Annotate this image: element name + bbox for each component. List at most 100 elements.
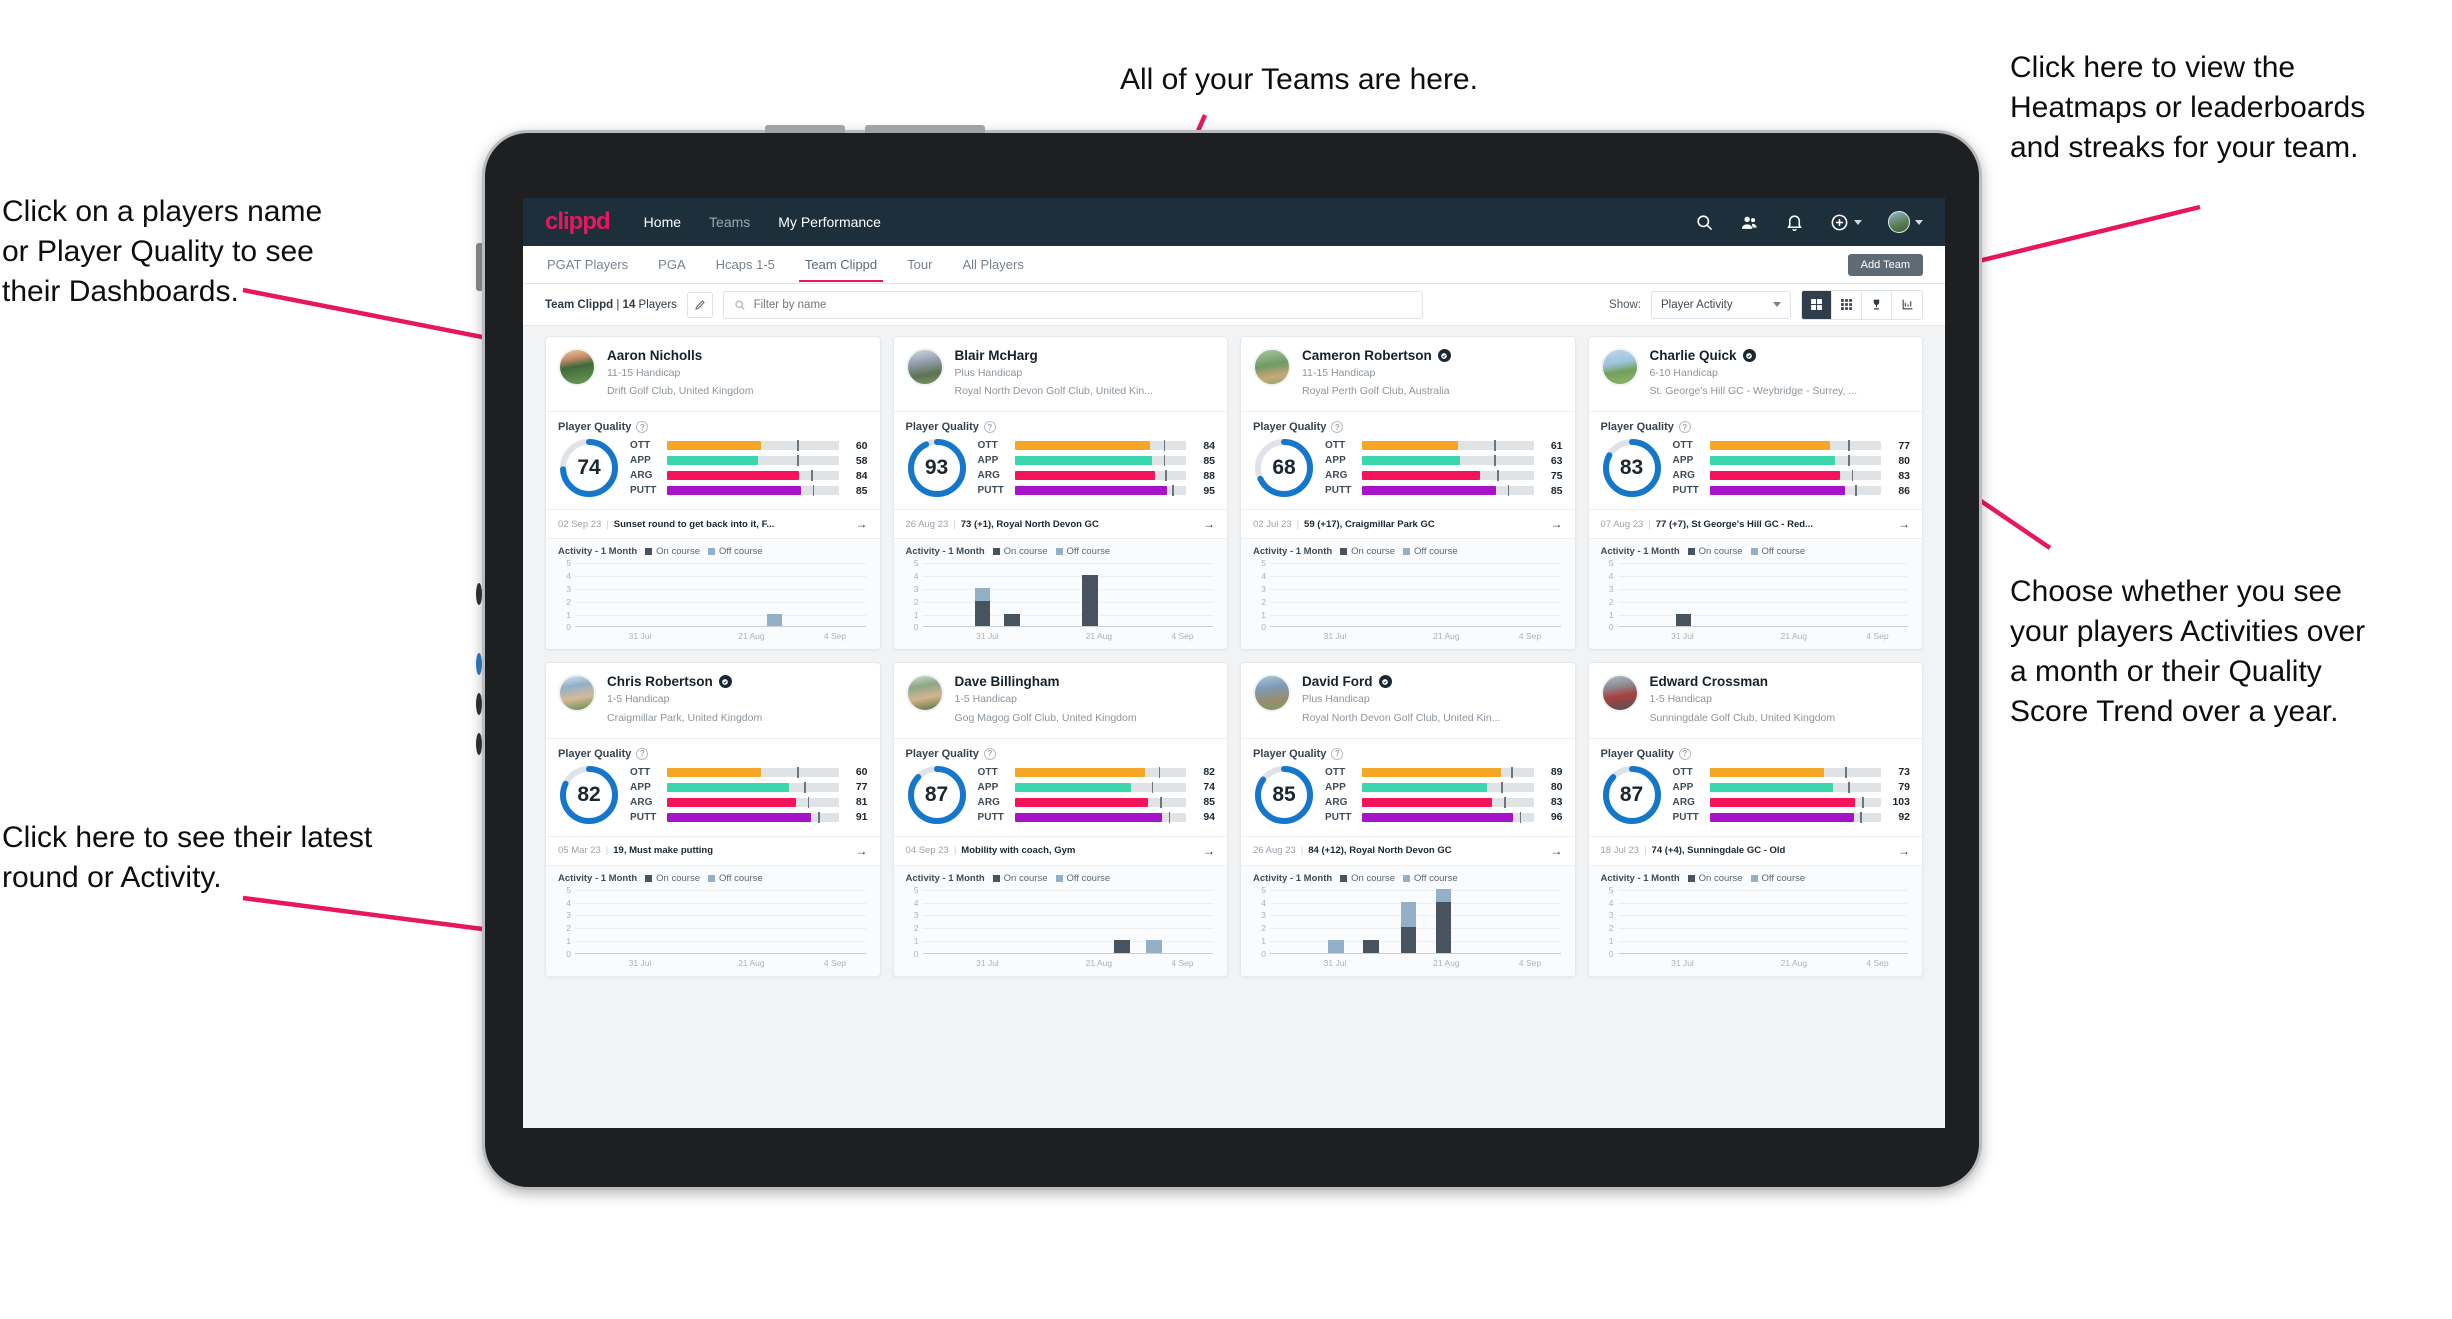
help-icon[interactable]: ? [1678,421,1691,434]
player-quality-section[interactable]: Player Quality? 68 OTT 61 APP 63 ARG 75 PUTT 85 [1241,411,1575,509]
player-card-header[interactable]: Edward Crossman 1-5 Handicap Sunningdale G… [1589,663,1923,737]
player-quality-ring[interactable]: 85 [1253,764,1315,826]
player-avatar[interactable] [558,348,596,386]
nav-link-teams[interactable]: Teams [709,214,750,230]
player-card[interactable]: Blair McHarg Plus Handicap Royal North Dev… [892,336,1228,651]
latest-round-row[interactable]: 05 Mar 23 | 19, Must make putting → [546,835,880,865]
latest-round-row[interactable]: 02 Jul 23 | 59 (+17), Craigmillar Park GC → [1241,509,1575,538]
player-quality-section[interactable]: Player Quality? 87 OTT 82 APP 74 ARG 85 PUTT 94 [893,737,1227,836]
tab-tour[interactable]: Tour [905,248,934,281]
player-card-header[interactable]: Dave Billingham 1-5 Handicap Gog Magog Gol… [894,663,1228,737]
player-quality-section[interactable]: Player Quality? 93 OTT 84 APP 85 ARG 88 PUTT 95 [893,411,1227,509]
tab-team-clippd[interactable]: Team Clippd [798,248,884,282]
tab-pgat-players[interactable]: PGAT Players [545,248,630,281]
help-icon[interactable]: ? [636,747,649,760]
player-card-header[interactable]: Blair McHarg Plus Handicap Royal North Dev… [894,337,1228,411]
player-name[interactable]: Aaron Nicholls [607,348,868,363]
player-name[interactable]: Charlie Quick [1650,348,1911,363]
player-avatar[interactable] [1600,348,1639,386]
player-card-header[interactable]: Aaron Nicholls 11-15 Handicap Drift Golf C… [546,337,880,411]
player-card[interactable]: Charlie Quick 6-10 Handicap St. George's H… [1587,336,1923,651]
player-name[interactable]: Edward Crossman [1650,674,1911,689]
player-name[interactable]: Dave Billingham [955,674,1216,689]
player-quality-section[interactable]: Player Quality? 87 OTT 73 APP 79 ARG 103 PUTT 92 [1588,737,1922,836]
show-select[interactable]: Player Activity [1651,290,1791,319]
tab-pga[interactable]: PGA [656,248,687,281]
player-quality-section[interactable]: Player Quality? 74 OTT 60 APP 58 ARG 84 PUTT 85 [546,411,880,509]
arrow-right-icon[interactable]: → [1203,844,1215,858]
help-icon[interactable]: ? [983,421,996,434]
help-icon[interactable]: ? [636,421,649,434]
activity-chart: 0 1 2 3 4 5 31 Jul 21 Aug 4 Sep [558,885,868,968]
edit-team-button[interactable] [686,291,713,318]
bell-icon[interactable] [1785,213,1804,232]
player-quality-ring[interactable]: 82 [558,764,620,826]
player-quality-section[interactable]: Player Quality? 85 OTT 89 APP 80 ARG 83 PUTT 96 [1241,737,1575,836]
player-quality-ring[interactable]: 87 [1601,764,1663,826]
player-card[interactable]: Chris Robertson 1-5 Handicap Craigmillar P… [545,662,881,977]
player-name[interactable]: Cameron Robertson [1302,348,1563,363]
player-avatar[interactable] [905,674,944,713]
nav-link-home[interactable]: Home [644,214,681,230]
player-avatar[interactable] [905,348,944,386]
player-name[interactable]: Blair McHarg [955,348,1216,363]
search-icon[interactable] [1695,213,1714,232]
clippd-logo[interactable]: clippd [545,208,611,236]
side-dot-3 [476,693,482,715]
arrow-right-icon[interactable]: → [1551,844,1563,858]
view-grid-small-button[interactable] [1832,290,1862,319]
player-quality-ring[interactable]: 83 [1601,437,1663,499]
plus-circle-icon[interactable] [1830,213,1849,232]
profile-menu-button[interactable] [1888,211,1923,233]
player-card-header[interactable]: David Ford Plus Handicap Royal North Devon… [1241,663,1575,737]
player-avatar[interactable] [1600,674,1639,713]
add-menu-button[interactable] [1830,213,1862,232]
player-quality-ring[interactable]: 68 [1253,437,1315,499]
latest-round-row[interactable]: 26 Aug 23 | 84 (+12), Royal North Devon GC… [1241,835,1575,865]
player-card-header[interactable]: Cameron Robertson 11-15 Handicap Royal Per… [1241,337,1575,411]
latest-round-row[interactable]: 07 Aug 23 | 77 (+7), St George's Hill GC -… [1588,509,1922,538]
add-team-button[interactable]: Add Team [1847,253,1923,276]
view-chart-button[interactable] [1892,290,1922,319]
player-card[interactable]: Cameron Robertson 11-15 Handicap Royal Per… [1240,336,1576,651]
help-icon[interactable]: ? [1331,421,1344,434]
player-avatar[interactable] [1253,674,1291,713]
player-avatar[interactable] [1253,348,1291,386]
player-card[interactable]: Aaron Nicholls 11-15 Handicap Drift Golf C… [545,336,881,651]
player-card-header[interactable]: Charlie Quick 6-10 Handicap St. George's H… [1589,337,1923,411]
help-icon[interactable]: ? [1331,747,1344,760]
arrow-right-icon[interactable]: → [1203,517,1215,531]
player-quality-ring[interactable]: 93 [906,437,968,499]
player-name[interactable]: Chris Robertson [607,674,868,689]
player-quality-section[interactable]: Player Quality? 82 OTT 60 APP 77 ARG 81 PUTT 91 [546,737,880,836]
arrow-right-icon[interactable]: → [856,844,868,858]
people-icon[interactable] [1740,213,1759,232]
arrow-right-icon[interactable]: → [856,517,868,531]
player-quality-ring[interactable]: 87 [906,764,968,826]
player-card[interactable]: Edward Crossman 1-5 Handicap Sunningdale G… [1587,662,1923,977]
player-card[interactable]: David Ford Plus Handicap Royal North Devon… [1240,662,1576,977]
nav-link-my-performance[interactable]: My Performance [778,214,881,230]
arrow-right-icon[interactable]: → [1551,517,1563,531]
view-grid-large-button[interactable] [1802,290,1832,319]
player-quality-section[interactable]: Player Quality? 83 OTT 77 APP 80 ARG 83 PUTT 86 [1588,411,1922,509]
view-leaderboard-button[interactable] [1862,290,1892,319]
latest-round-row[interactable]: 26 Aug 23 | 73 (+1), Royal North Devon GC → [893,509,1227,538]
latest-round-row[interactable]: 02 Sep 23 | Sunset round to get back into … [546,509,880,538]
avatar[interactable] [1888,211,1910,233]
help-icon[interactable]: ? [1678,747,1691,760]
search-input[interactable] [753,298,1412,311]
tab-all-players[interactable]: All Players [960,248,1025,281]
player-avatar[interactable] [558,674,596,713]
search-container[interactable] [722,290,1423,319]
player-card-header[interactable]: Chris Robertson 1-5 Handicap Craigmillar P… [546,663,880,737]
player-quality-ring[interactable]: 74 [558,437,620,499]
arrow-right-icon[interactable]: → [1898,844,1910,858]
help-icon[interactable]: ? [983,747,996,760]
arrow-right-icon[interactable]: → [1898,517,1910,531]
player-card[interactable]: Dave Billingham 1-5 Handicap Gog Magog Gol… [892,662,1228,977]
latest-round-row[interactable]: 18 Jul 23 | 74 (+4), Sunningdale GC - Old → [1588,835,1922,865]
latest-round-row[interactable]: 04 Sep 23 | Mobility with coach, Gym → [893,835,1227,865]
player-name[interactable]: David Ford [1302,674,1563,689]
tab-hcaps-1-5[interactable]: Hcaps 1-5 [714,248,777,281]
